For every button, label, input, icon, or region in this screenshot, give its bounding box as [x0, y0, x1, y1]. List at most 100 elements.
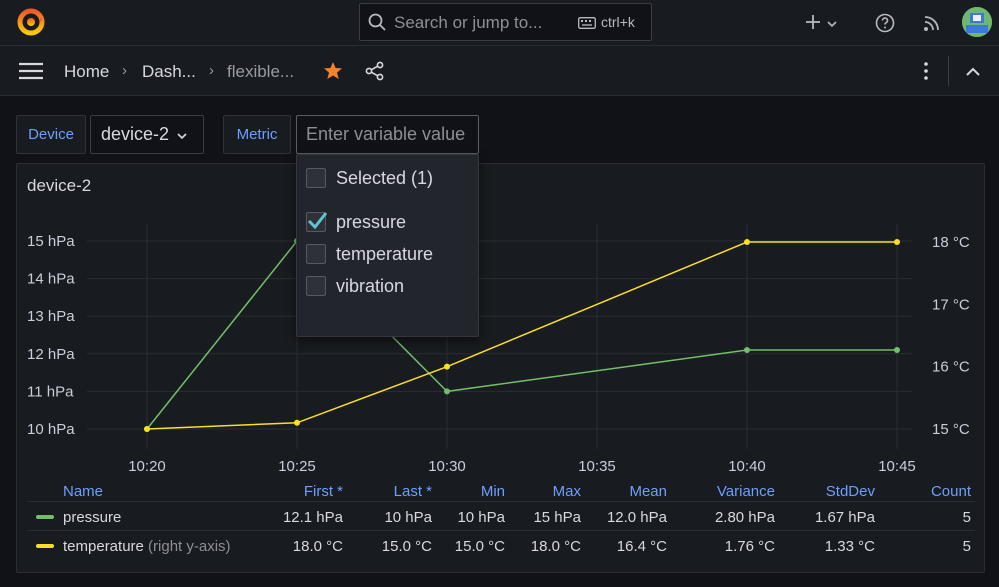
- y2-tick-label: 15 °C: [932, 421, 970, 438]
- chevron-down-icon: [827, 15, 837, 31]
- line-chart: 15 hPa 14 hPa 13 hPa 12 hPa 11 hPa 10 hPa 10:2…: [27, 224, 970, 475]
- option-label: temperature: [336, 243, 434, 264]
- device-select-value: device-2: [101, 124, 170, 144]
- data-point-temperature: [894, 239, 900, 245]
- legend-value: 5: [962, 538, 971, 555]
- breadcrumb-current: flexible...: [227, 62, 295, 81]
- legend-value: 2.80 hPa: [714, 509, 775, 526]
- checkbox[interactable]: [306, 244, 326, 264]
- legend-value: 15.0 °C: [381, 538, 432, 555]
- legend-header-min[interactable]: Min: [481, 483, 505, 500]
- data-point-temperature: [444, 363, 450, 370]
- star-icon[interactable]: [322, 60, 344, 82]
- legend-value: 12.1 hPa: [282, 509, 343, 526]
- legend-value: 1.76 °C: [724, 538, 775, 555]
- x-tick-label: 10:35: [578, 458, 616, 475]
- legend-header-count[interactable]: Count: [931, 483, 971, 500]
- series-color-swatch[interactable]: [36, 515, 54, 519]
- divider: [948, 56, 949, 86]
- breadcrumb-separator: ›: [209, 62, 214, 79]
- breadcrumb-separator: ›: [122, 62, 127, 79]
- legend-header-variance[interactable]: Variance: [717, 483, 775, 500]
- top-bar: Search or jump to... ctrl+k: [0, 0, 999, 46]
- legend-value: 18.0 °C: [292, 538, 343, 555]
- breadcrumb-dashboards[interactable]: Dash...: [142, 62, 196, 82]
- legend-value: 1.33 °C: [824, 538, 875, 555]
- y-tick-label: 13 hPa: [27, 308, 75, 325]
- legend-header-stddev[interactable]: StdDev: [826, 483, 875, 500]
- data-point-temperature: [144, 426, 150, 432]
- rss-icon[interactable]: [920, 11, 944, 35]
- keyboard-icon: [578, 16, 596, 32]
- legend-value: 12.0 hPa: [606, 509, 667, 526]
- kebab-menu-icon[interactable]: [916, 60, 936, 82]
- metric-input[interactable]: [296, 115, 479, 154]
- new-button[interactable]: [801, 11, 841, 35]
- legend-row-pressure[interactable]: pressure 12.1 hPa 10 hPa 10 hPa 15 hPa 1…: [27, 501, 975, 530]
- legend-series-name[interactable]: temperature (right y-axis): [63, 538, 231, 555]
- y-tick-label: 14 hPa: [27, 271, 75, 288]
- x-tick-label: 10:25: [278, 458, 316, 475]
- legend-header-last[interactable]: Last *: [394, 483, 432, 500]
- legend-value: 1.67 hPa: [814, 509, 875, 526]
- legend-header-first[interactable]: First *: [304, 483, 343, 500]
- legend-value: 10 hPa: [457, 509, 505, 526]
- chevron-down-icon: [177, 124, 187, 145]
- legend-header-max[interactable]: Max: [553, 483, 581, 500]
- share-icon[interactable]: [364, 60, 386, 82]
- device-select[interactable]: device-2: [90, 115, 204, 154]
- shortcut-label: ctrl+k: [601, 14, 635, 30]
- chevron-up-icon[interactable]: [963, 62, 983, 80]
- y2-tick-label: 17 °C: [932, 296, 970, 313]
- legend-header-mean[interactable]: Mean: [629, 483, 667, 500]
- option-label: pressure: [336, 211, 407, 232]
- select-all-option[interactable]: Selected (1): [306, 166, 433, 190]
- series-color-swatch[interactable]: [36, 544, 54, 548]
- legend-value: 16.4 °C: [616, 538, 667, 555]
- metric-option-vibration[interactable]: vibration: [306, 274, 404, 298]
- legend-row-temperature[interactable]: temperature (right y-axis) 18.0 °C 15.0 …: [27, 530, 975, 559]
- data-point-temperature: [294, 419, 300, 426]
- legend-value: 5: [962, 509, 971, 526]
- search-icon: [368, 13, 386, 34]
- x-tick-label: 10:30: [428, 458, 466, 475]
- data-point-temperature: [744, 239, 750, 245]
- legend-value: 15.0 °C: [454, 538, 505, 555]
- data-point-pressure: [444, 388, 450, 395]
- check-icon: [307, 212, 328, 230]
- menu-icon[interactable]: [18, 60, 44, 82]
- legend-value: 18.0 °C: [530, 538, 581, 555]
- search-placeholder: Search or jump to...: [394, 13, 543, 32]
- checkbox-checked[interactable]: [306, 212, 328, 232]
- metric-dropdown: Selected (1) pressure temperature vibrat…: [296, 154, 479, 337]
- metric-variable-label: Metric: [223, 115, 291, 154]
- legend-value: 10 hPa: [384, 509, 432, 526]
- data-point-pressure: [894, 347, 900, 354]
- avatar[interactable]: [962, 7, 992, 37]
- help-icon[interactable]: [873, 11, 897, 35]
- plus-icon: [805, 14, 821, 33]
- checkbox[interactable]: [306, 168, 326, 188]
- y2-tick-label: 16 °C: [932, 359, 970, 376]
- x-tick-label: 10:20: [128, 458, 166, 475]
- option-label: vibration: [336, 275, 405, 296]
- selected-count-label: Selected (1): [336, 167, 434, 188]
- device-variable-label: Device: [16, 115, 86, 154]
- legend-header-name[interactable]: Name: [63, 483, 103, 500]
- legend-series-name[interactable]: pressure: [63, 509, 121, 526]
- timeseries-panel: device-2 15 hPa 14 hPa 13 hPa 12 hPa 11 hPa 1…: [16, 163, 985, 573]
- series-line-temperature: [146, 241, 897, 430]
- y-tick-label: 15 hPa: [27, 233, 75, 250]
- y2-tick-label: 18 °C: [932, 234, 970, 251]
- search-input[interactable]: Search or jump to... ctrl+k: [359, 3, 652, 41]
- legend-value: 15 hPa: [533, 509, 581, 526]
- metric-option-temperature[interactable]: temperature: [306, 242, 433, 266]
- dashboard-nav: Home › Dash... › flexible...: [0, 46, 999, 96]
- x-tick-label: 10:40: [728, 458, 766, 475]
- breadcrumb-home[interactable]: Home: [64, 62, 109, 82]
- y-tick-label: 12 hPa: [27, 346, 75, 363]
- x-tick-label: 10:45: [878, 458, 916, 475]
- grafana-logo-icon[interactable]: [16, 7, 46, 37]
- checkbox[interactable]: [306, 276, 326, 296]
- metric-option-pressure[interactable]: pressure: [306, 210, 406, 234]
